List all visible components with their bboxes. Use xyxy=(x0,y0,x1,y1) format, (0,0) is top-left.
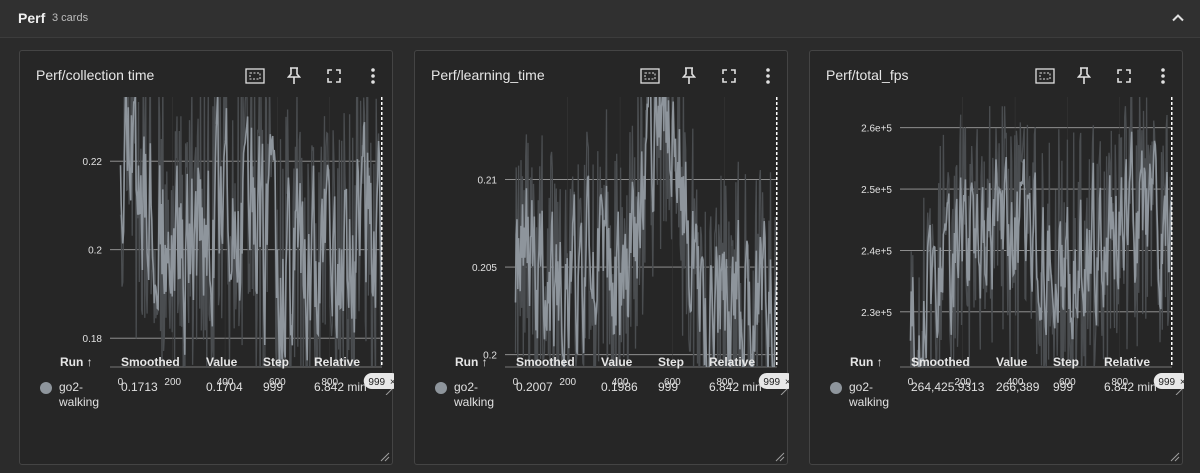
more-options-button[interactable] xyxy=(362,65,384,87)
y-tick-label: 0.21 xyxy=(478,175,498,186)
fullscreen-button[interactable] xyxy=(1113,65,1135,87)
pin-card-button[interactable] xyxy=(678,65,700,87)
header-step: Step xyxy=(263,355,290,369)
fullscreen-icon xyxy=(1117,69,1131,83)
step-marker-badge[interactable]: 999 × xyxy=(758,373,789,389)
smoothed-value: 264,425.9313 xyxy=(911,380,985,394)
y-tick-label: 0.205 xyxy=(472,263,497,274)
fit-domain-icon xyxy=(245,68,265,84)
y-tick-label: 2.4e+5 xyxy=(861,246,892,257)
y-tick-label: 0.18 xyxy=(83,334,103,345)
header-smoothed: Smoothed xyxy=(516,355,575,369)
header-run[interactable]: Run ↑ xyxy=(455,355,488,369)
pin-card-button[interactable] xyxy=(283,65,305,87)
pin-card-button[interactable] xyxy=(1073,65,1095,87)
axis-resize-icon[interactable] xyxy=(780,388,788,395)
fit-domain-button[interactable] xyxy=(639,65,661,87)
step-value: 999 xyxy=(263,380,284,394)
resize-handle-icon[interactable] xyxy=(1168,450,1180,462)
y-tick-label: 2.6e+5 xyxy=(861,124,892,135)
close-icon[interactable]: × xyxy=(1180,377,1184,388)
fit-domain-button[interactable] xyxy=(1034,65,1056,87)
header-run[interactable]: Run ↑ xyxy=(850,355,883,369)
relative-time: 6.842 min xyxy=(1104,380,1157,394)
step-marker-badge[interactable]: 999 × xyxy=(1153,373,1184,389)
axis-resize-icon[interactable] xyxy=(385,388,393,395)
resize-handle-icon[interactable] xyxy=(378,450,390,462)
smoothed-value: 0.2007 xyxy=(516,380,553,394)
step-marker-label: 999 xyxy=(763,377,780,388)
close-icon[interactable]: × xyxy=(785,377,789,388)
raw-value: 266,389 xyxy=(996,380,1040,394)
header-step: Step xyxy=(1053,355,1080,369)
section-title: Perf xyxy=(18,10,46,26)
relative-time: 6.842 min xyxy=(314,380,367,394)
chevron-up-icon xyxy=(1172,14,1184,22)
x-tick-label: 200 xyxy=(164,377,181,388)
y-tick-label: 0.2 xyxy=(88,246,102,257)
card-title: Perf/total_fps xyxy=(826,67,909,83)
y-tick-label: 0.22 xyxy=(83,157,103,168)
header-value: Value xyxy=(996,355,1028,369)
pin-icon xyxy=(287,67,301,84)
line-chart[interactable]: 2.3e+52.4e+52.5e+52.6e+50 200 400 600 800 999… xyxy=(810,95,1184,395)
fullscreen-button[interactable] xyxy=(323,65,345,87)
more-vert-icon xyxy=(371,68,375,84)
more-vert-icon xyxy=(766,68,770,84)
header-value: Value xyxy=(601,355,633,369)
header-relative: Relative xyxy=(709,355,756,369)
header-smoothed: Smoothed xyxy=(911,355,970,369)
axis-resize-icon[interactable] xyxy=(1175,388,1183,395)
y-tick-label: 2.5e+5 xyxy=(861,185,892,196)
pin-icon xyxy=(1077,67,1091,84)
section-header: Perf 3 cards xyxy=(0,0,1200,38)
line-chart[interactable]: 0.20.2050.210 200 400 600 800 999 × xyxy=(415,95,789,395)
fit-domain-button[interactable] xyxy=(244,65,266,87)
raw-value: 0.1986 xyxy=(601,380,638,394)
step-marker-label: 999 xyxy=(1158,377,1175,388)
y-tick-label: 2.3e+5 xyxy=(861,308,892,319)
step-value: 999 xyxy=(658,380,679,394)
relative-time: 6.842 min xyxy=(709,380,762,394)
raw-value: 0.1704 xyxy=(206,380,243,394)
more-options-button[interactable] xyxy=(757,65,779,87)
step-value: 999 xyxy=(1053,380,1074,394)
card-title: Perf/collection time xyxy=(36,67,155,83)
run-name: go2- walking xyxy=(59,380,100,409)
run-name: go2- walking xyxy=(849,380,890,409)
fullscreen-icon xyxy=(327,69,341,83)
fullscreen-icon xyxy=(722,69,736,83)
smoothed-value: 0.1713 xyxy=(121,380,158,394)
header-relative: Relative xyxy=(1104,355,1151,369)
run-color-swatch xyxy=(830,382,842,394)
resize-handle-icon[interactable] xyxy=(773,450,785,462)
run-color-swatch xyxy=(435,382,447,394)
pin-icon xyxy=(682,67,696,84)
header-smoothed: Smoothed xyxy=(121,355,180,369)
scalar-card-learning-time: Perf/learning_time 0.2 0.205 0.21 0 200 400 60… xyxy=(414,50,789,465)
section-card-count: 3 cards xyxy=(52,12,89,24)
line-chart[interactable]: 0.180.20.220 200 400 600 800 999 × xyxy=(20,95,394,395)
x-tick-label: 200 xyxy=(559,377,576,388)
scalar-card-collection-time: Perf/collection time 0.18 0.2 0.22 0 200 400 6… xyxy=(19,50,394,465)
step-marker-badge[interactable]: 999 × xyxy=(363,373,394,389)
run-color-swatch xyxy=(40,382,52,394)
header-relative: Relative xyxy=(314,355,361,369)
step-marker-label: 999 xyxy=(368,377,385,388)
card-title: Perf/learning_time xyxy=(431,67,545,83)
more-options-button[interactable] xyxy=(1152,65,1174,87)
header-step: Step xyxy=(658,355,685,369)
fit-domain-icon xyxy=(1035,68,1055,84)
collapse-section-button[interactable] xyxy=(1166,6,1190,30)
close-icon[interactable]: × xyxy=(390,377,394,388)
scalar-card-total-fps: Perf/total_fps 2.3e+5 2.4e+5 2.5e+5 2.6e+5 0… xyxy=(809,50,1184,465)
header-value: Value xyxy=(206,355,238,369)
more-vert-icon xyxy=(1161,68,1165,84)
fit-domain-icon xyxy=(640,68,660,84)
fullscreen-button[interactable] xyxy=(718,65,740,87)
run-name: go2- walking xyxy=(454,380,495,409)
header-run[interactable]: Run ↑ xyxy=(60,355,93,369)
